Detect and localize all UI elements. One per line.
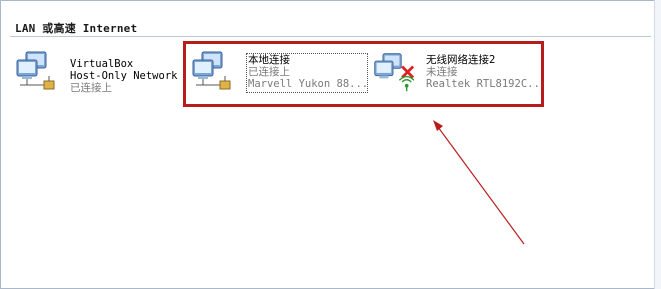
annotation-arrow — [433, 120, 525, 245]
